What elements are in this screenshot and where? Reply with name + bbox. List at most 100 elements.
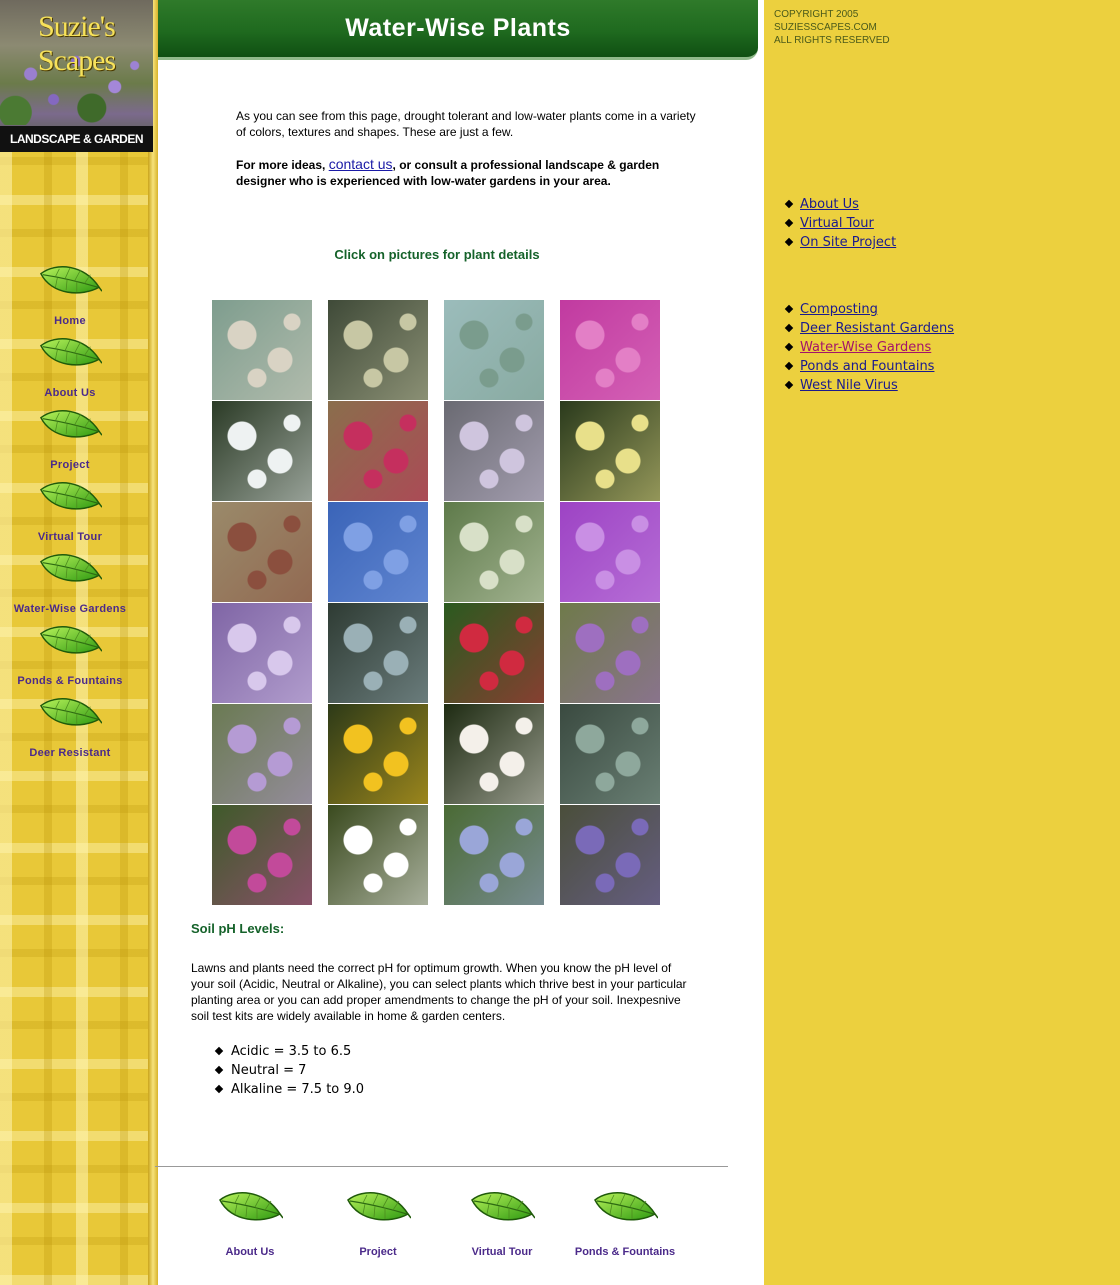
ph-level: Acidic = 3.5 to 6.5	[231, 1044, 352, 1059]
right-link-on-site-project[interactable]: On Site Project	[800, 235, 896, 250]
contact-us-link[interactable]: contact us	[329, 156, 393, 172]
nav-label: Project	[50, 459, 90, 471]
plant-gallery	[212, 300, 662, 905]
list-item: Water-Wise Gardens	[784, 338, 954, 357]
sidebar-edge	[148, 0, 158, 1285]
plant-thumbnail[interactable]	[444, 502, 544, 602]
bullet-icon	[214, 1065, 224, 1075]
footer-item-project[interactable]: Project	[323, 1190, 433, 1258]
plant-thumbnail[interactable]	[328, 502, 428, 602]
plant-thumbnail[interactable]	[560, 704, 660, 804]
list-item: Acidic = 3.5 to 6.5	[214, 1042, 364, 1061]
footer-divider	[155, 1166, 728, 1167]
site-logo[interactable]: Suzie's Scapes LANDSCAPE & GARDEN DESIGN	[0, 0, 153, 152]
plant-thumbnail[interactable]	[560, 502, 660, 602]
more-prefix: For more ideas,	[236, 158, 329, 172]
right-sidebar: COPYRIGHT 2005 SUZIESSCAPES.COM ALL RIGH…	[758, 0, 1120, 1285]
footer-item-about-us[interactable]: About Us	[195, 1190, 305, 1258]
plant-thumbnail[interactable]	[560, 603, 660, 703]
leaf-icon	[39, 698, 102, 726]
bullet-icon	[784, 237, 794, 247]
bullet-icon	[784, 323, 794, 333]
plant-thumbnail[interactable]	[444, 300, 544, 400]
copyright-line: COPYRIGHT 2005	[774, 9, 859, 20]
leaf-icon	[471, 1192, 535, 1221]
list-item: Deer Resistant Gardens	[784, 319, 954, 338]
ph-levels-list: Acidic = 3.5 to 6.5 Neutral = 7 Alkaline…	[214, 1042, 365, 1099]
nav-label: Deer Resistant	[29, 747, 111, 759]
right-link-ponds-and-fountains[interactable]: Ponds and Fountains	[800, 359, 934, 374]
right-link-virtual-tour[interactable]: Virtual Tour	[800, 216, 874, 231]
leaf-icon	[39, 554, 102, 582]
copyright: COPYRIGHT 2005 SUZIESSCAPES.COM ALL RIGH…	[774, 8, 890, 47]
nav-item-about-us[interactable]: About Us	[0, 336, 140, 399]
footer-label: Project	[359, 1246, 397, 1258]
plant-thumbnail[interactable]	[560, 401, 660, 501]
leaf-icon	[39, 266, 102, 294]
nav-item-deer-resistant[interactable]: Deer Resistant	[0, 696, 140, 759]
plant-thumbnail[interactable]	[444, 704, 544, 804]
right-link-about-us[interactable]: About Us	[800, 197, 859, 212]
right-link-water-wise-gardens[interactable]: Water-Wise Gardens	[800, 340, 931, 355]
bullet-icon	[214, 1046, 224, 1056]
plant-thumbnail[interactable]	[212, 300, 312, 400]
plant-thumbnail[interactable]	[560, 300, 660, 400]
leaf-icon	[219, 1192, 283, 1221]
ph-level: Alkaline = 7.5 to 9.0	[231, 1082, 365, 1097]
page-title: Water-Wise Plants	[345, 14, 571, 42]
plant-thumbnail[interactable]	[444, 401, 544, 501]
leaf-icon	[39, 410, 102, 438]
nav-item-ponds-fountains[interactable]: Ponds & Fountains	[0, 624, 140, 687]
leaf-icon	[39, 626, 102, 654]
list-item: Virtual Tour	[784, 214, 896, 233]
plant-thumbnail[interactable]	[212, 805, 312, 905]
list-item: Alkaline = 7.5 to 9.0	[214, 1080, 365, 1099]
footer-item-virtual-tour[interactable]: Virtual Tour	[447, 1190, 557, 1258]
right-links-secondary: Composting Deer Resistant Gardens Water-Wi…	[784, 300, 954, 395]
list-item: On Site Project	[784, 233, 896, 252]
leaf-icon	[39, 482, 102, 510]
footer-label: Ponds & Fountains	[574, 1246, 676, 1258]
list-item: Composting	[784, 300, 954, 319]
right-link-composting[interactable]: Composting	[800, 302, 878, 317]
plant-thumbnail[interactable]	[212, 704, 312, 804]
logo-subtitle: LANDSCAPE & GARDEN DESIGN	[0, 126, 153, 152]
ph-level: Neutral = 7	[231, 1063, 307, 1078]
plant-thumbnail[interactable]	[328, 704, 428, 804]
nav-item-water-wise-gardens[interactable]: Water-Wise Gardens	[0, 552, 140, 615]
plant-thumbnail[interactable]	[212, 603, 312, 703]
plant-thumbnail[interactable]	[444, 603, 544, 703]
leaf-icon	[39, 338, 102, 366]
plant-thumbnail[interactable]	[560, 805, 660, 905]
right-link-deer-resistant-gardens[interactable]: Deer Resistant Gardens	[800, 321, 954, 336]
logo-title: Suzie's Scapes	[37, 10, 116, 77]
footer-item-ponds-fountains[interactable]: Ponds & Fountains	[570, 1190, 680, 1258]
plant-thumbnail[interactable]	[212, 502, 312, 602]
footer-label: Virtual Tour	[471, 1246, 533, 1258]
plant-thumbnail[interactable]	[444, 805, 544, 905]
plant-thumbnail[interactable]	[328, 603, 428, 703]
list-item: About Us	[784, 195, 896, 214]
list-item: Ponds and Fountains	[784, 357, 954, 376]
nav-label: Water-Wise Gardens	[13, 603, 127, 615]
page-header: Water-Wise Plants	[158, 0, 758, 60]
bullet-icon	[784, 199, 794, 209]
nav-item-project[interactable]: Project	[0, 408, 140, 471]
copyright-line: ALL RIGHTS RESERVED	[774, 35, 890, 46]
plant-thumbnail[interactable]	[328, 300, 428, 400]
list-item: West Nile Virus	[784, 376, 954, 395]
right-link-west-nile-virus[interactable]: West Nile Virus	[800, 378, 898, 393]
nav-item-virtual-tour[interactable]: Virtual Tour	[0, 480, 140, 543]
plant-thumbnail[interactable]	[328, 401, 428, 501]
nav-label: Virtual Tour	[37, 531, 103, 543]
copyright-line: SUZIESSCAPES.COM	[774, 22, 877, 33]
intro-text: As you can see from this page, drought t…	[236, 109, 696, 139]
bullet-icon	[214, 1084, 224, 1094]
leaf-icon	[347, 1192, 411, 1221]
nav-item-home[interactable]: Home	[0, 264, 140, 327]
plant-thumbnail[interactable]	[212, 401, 312, 501]
bullet-icon	[784, 304, 794, 314]
nav-label: Home	[54, 315, 86, 327]
plant-thumbnail[interactable]	[328, 805, 428, 905]
click-note: Click on pictures for plant details	[334, 247, 540, 262]
